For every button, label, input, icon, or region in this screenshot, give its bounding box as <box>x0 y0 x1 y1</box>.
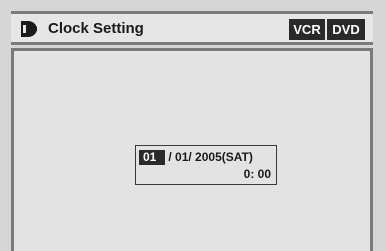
vcr-badge: VCR <box>289 19 325 40</box>
clock-setting-icon <box>21 21 37 37</box>
page-title: Clock Setting <box>48 20 144 37</box>
date-row: 01/ 01/ 2005(SAT) <box>139 150 253 165</box>
header-bar: Clock Setting VCR DVD <box>11 11 373 45</box>
date-value: / 01/ 2005(SAT) <box>168 150 253 164</box>
time-value[interactable]: 0: 00 <box>244 167 271 182</box>
clock-setting-screen: Clock Setting VCR DVD 01/ 01/ 2005(SAT) … <box>0 0 386 251</box>
content-panel: 01/ 01/ 2005(SAT) 0: 00 <box>11 48 373 251</box>
dvd-badge: DVD <box>327 19 365 40</box>
month-field[interactable]: 01 <box>139 150 166 165</box>
clock-setting-box: 01/ 01/ 2005(SAT) 0: 00 <box>135 145 277 185</box>
